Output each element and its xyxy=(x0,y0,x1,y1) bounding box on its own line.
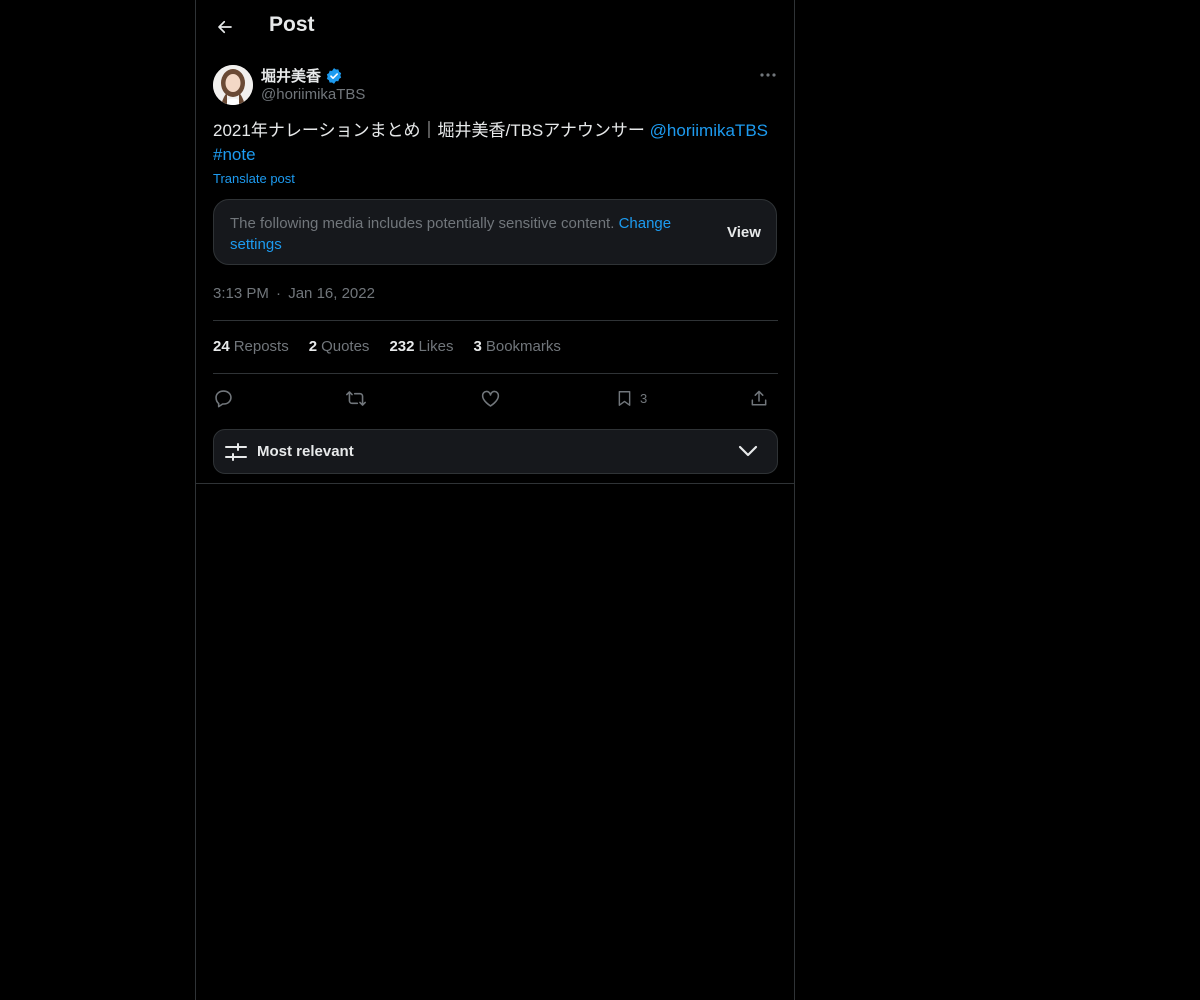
post-time[interactable]: 3:13 PM xyxy=(213,285,269,302)
post-text: 2021年ナレーションまとめ｜堀井美香/TBSアナウンサー @horiimika… xyxy=(213,119,783,167)
quotes-count: 2 xyxy=(308,338,318,355)
chevron-down-icon xyxy=(738,445,758,457)
page-header: Post xyxy=(196,0,794,54)
bookmarks-stat[interactable]: 3 Bookmarks xyxy=(474,338,561,355)
likes-count: 232 xyxy=(389,338,415,355)
divider xyxy=(213,373,778,374)
bookmark-icon xyxy=(618,390,631,406)
repost-icon xyxy=(346,390,366,406)
verified-badge-icon xyxy=(326,67,342,84)
repost-button[interactable] xyxy=(345,383,367,413)
translate-post-link[interactable]: Translate post xyxy=(213,171,295,186)
like-button[interactable] xyxy=(480,383,501,413)
divider xyxy=(213,320,778,321)
share-button[interactable] xyxy=(749,383,769,413)
bookmark-button[interactable]: 3 xyxy=(615,383,647,413)
sensitive-message-text: The following media includes potentially… xyxy=(230,215,619,232)
heart-icon xyxy=(481,390,500,407)
likes-label: Likes xyxy=(418,338,454,355)
reposts-label: Reposts xyxy=(233,338,289,355)
more-horizontal-icon xyxy=(760,73,776,77)
reposts-stat[interactable]: 24 Reposts xyxy=(213,338,289,355)
bookmarks-label: Bookmarks xyxy=(485,338,561,355)
bookmark-action-count: 3 xyxy=(640,390,648,406)
author-name-text: 堀井美香 xyxy=(261,68,322,85)
arrow-left-icon xyxy=(218,20,232,34)
sliders-icon xyxy=(225,443,247,461)
reply-icon xyxy=(215,389,232,407)
post-timestamp: 3:13 PM · Jan 16, 2022 xyxy=(213,285,375,302)
reposts-count: 24 xyxy=(213,338,230,355)
reply-sort-dropdown[interactable]: Most relevant xyxy=(213,429,778,474)
bookmarks-count: 3 xyxy=(473,338,482,355)
quotes-stat[interactable]: 2 Quotes xyxy=(309,338,370,355)
engagement-stats: 24 Reposts 2 Quotes 232 Likes 3 Bookmarks xyxy=(213,338,561,355)
reply-button[interactable] xyxy=(213,383,234,413)
main-column: Post 堀井美香 @horiimikaTBS 2021年ナレーションまとめ｜堀… xyxy=(195,0,795,1000)
sensitive-media-notice: The following media includes potentially… xyxy=(213,199,777,265)
likes-stat[interactable]: 232 Likes xyxy=(389,338,453,355)
quotes-label: Quotes xyxy=(321,338,370,355)
action-bar: 3 xyxy=(213,383,778,413)
timestamp-separator: · xyxy=(276,285,282,302)
author-handle[interactable]: @horiimikaTBS xyxy=(261,86,365,103)
post-body: 2021年ナレーションまとめ｜堀井美香/TBSアナウンサー xyxy=(213,121,650,140)
view-button[interactable]: View xyxy=(727,224,761,241)
divider xyxy=(196,483,794,484)
share-icon xyxy=(751,390,767,405)
sensitive-message: The following media includes potentially… xyxy=(230,213,710,255)
more-options-button[interactable] xyxy=(756,64,780,86)
hashtag-link[interactable]: #note xyxy=(213,145,256,164)
author-name[interactable]: 堀井美香 xyxy=(261,65,343,86)
mention-link[interactable]: @horiimikaTBS xyxy=(650,121,768,140)
page-title: Post xyxy=(269,13,315,36)
back-button[interactable] xyxy=(210,12,240,42)
sort-label: Most relevant xyxy=(257,443,354,460)
post-date[interactable]: Jan 16, 2022 xyxy=(288,285,375,302)
avatar[interactable] xyxy=(213,65,253,105)
